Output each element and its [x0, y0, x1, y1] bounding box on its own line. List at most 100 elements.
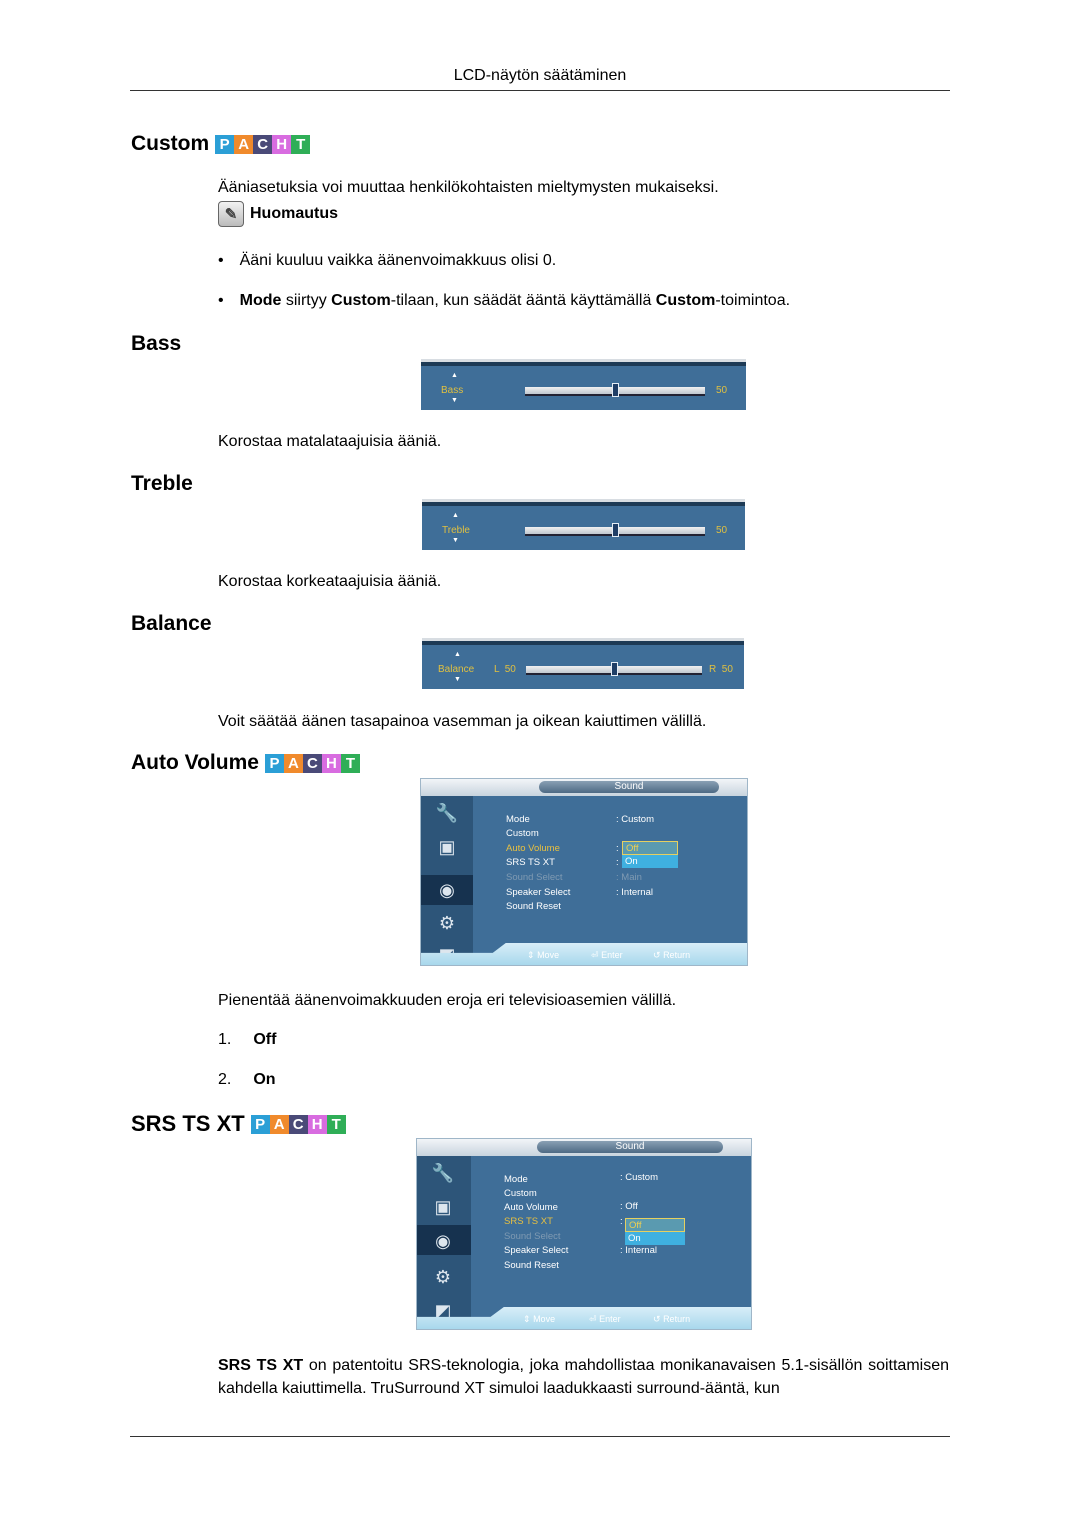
text-part: -toimintoa. — [715, 292, 791, 309]
auto-volume-option-1: 1. Off — [218, 1031, 276, 1049]
pacht-letter-p: P — [264, 753, 284, 773]
custom-intro: Ääniasetuksia voi muuttaa henkilökohtais… — [218, 179, 719, 196]
menu-item-speaker-select[interactable]: Speaker Select — [504, 1245, 568, 1256]
bullet-text: Ääni kuuluu vaikka äänenvoimakkuus olisi… — [239, 252, 557, 269]
menu-item-sound-reset[interactable]: Sound Reset — [506, 901, 561, 912]
note-heading: ✎ Huomautus — [218, 201, 338, 227]
dropdown-option-on[interactable]: On — [622, 855, 678, 868]
menu-item-custom[interactable]: Custom — [506, 828, 539, 839]
return-icon: ↺ — [653, 950, 661, 960]
menu-item-custom[interactable]: Custom — [504, 1188, 537, 1199]
move-icon: ⇕ — [523, 1314, 531, 1324]
balance-slider-thumb[interactable] — [611, 662, 618, 676]
picture-tools-icon[interactable]: 🔧 — [429, 800, 465, 826]
menu-item-speaker-select[interactable]: Speaker Select — [506, 887, 570, 898]
pacht-letter-a: A — [283, 753, 303, 773]
menu-value-mode: : Custom — [616, 814, 655, 825]
enter-icon: ⏎ — [589, 1314, 597, 1324]
pacht-letter-c: C — [253, 134, 273, 154]
down-arrow-icon: ▼ — [454, 676, 461, 683]
footer-return: ↺ Return — [653, 1314, 690, 1325]
heading-text: Custom — [131, 132, 210, 155]
list-label: On — [253, 1071, 276, 1088]
list-number: 1. — [218, 1031, 232, 1048]
srs-description: SRS TS XT on patentoitu SRS-teknologia, … — [218, 1354, 949, 1400]
srs-bold-term: SRS TS XT — [218, 1357, 304, 1374]
menu-item-sound-select: Sound Select — [504, 1231, 561, 1242]
screen-icon[interactable]: ▣ — [429, 834, 465, 860]
text-part: -tilaan, kun säädät ääntä käyttämällä — [390, 292, 656, 309]
page-header-title: LCD-näytön säätäminen — [453, 67, 627, 84]
treble-osd-panel: ▲ Treble ▼ 50 — [422, 502, 745, 550]
menu-item-mode[interactable]: Mode — [506, 814, 530, 825]
settings-gear-icon[interactable]: ⚙ — [429, 910, 465, 936]
menu-item-mode[interactable]: Mode — [504, 1174, 528, 1185]
bullet-text: Mode siirtyy Custom-tilaan, kun säädät ä… — [240, 292, 790, 310]
menu-item-srs-ts-xt[interactable]: SRS TS XT — [506, 857, 555, 868]
balance-right-value: R 50 — [709, 664, 733, 675]
up-arrow-icon: ▲ — [454, 651, 461, 658]
section-heading-balance: Balance — [131, 612, 212, 636]
enter-icon: ⏎ — [591, 950, 599, 960]
treble-slider-track[interactable] — [525, 523, 705, 537]
down-arrow-icon: ▼ — [451, 397, 458, 404]
footer-return: ↺ Return — [653, 950, 690, 961]
bass-osd-label: Bass — [441, 385, 464, 396]
up-arrow-icon: ▲ — [451, 372, 458, 379]
menu-value-speaker-select: : Internal — [616, 887, 653, 898]
bass-description: Korostaa matalataajuisia ääniä. — [218, 433, 442, 450]
balance-osd-label: Balance — [438, 664, 475, 675]
note-label: Huomautus — [250, 205, 338, 222]
menu-item-sound-reset[interactable]: Sound Reset — [504, 1260, 559, 1271]
footer-move: ⇕ Move — [527, 950, 559, 961]
footer-return-label: Return — [663, 1314, 691, 1324]
pacht-letter-h: H — [321, 753, 341, 773]
settings-gear-icon[interactable]: ⚙ — [425, 1264, 461, 1290]
list-number: 2. — [218, 1071, 232, 1088]
footer-enter: ⏎ Enter — [591, 950, 623, 961]
bold-mode: Mode — [239, 292, 282, 309]
menu-item-srs-ts-xt[interactable]: SRS TS XT — [504, 1216, 553, 1227]
menu-value-sound-select: : Main — [616, 872, 642, 883]
speaker-icon[interactable]: ◉ — [429, 877, 465, 903]
section-heading-srs-ts-xt: SRS TS XT P A C H T — [131, 1111, 346, 1137]
auto-volume-description: Pienentää äänenvoimakkuuden eroja eri te… — [218, 992, 677, 1009]
heading-text: SRS TS XT — [131, 1111, 245, 1136]
menu-item-auto-volume[interactable]: Auto Volume — [504, 1202, 558, 1213]
up-arrow-icon: ▲ — [452, 512, 459, 519]
dropdown-option-off[interactable]: Off — [625, 1218, 685, 1232]
menu-item-auto-volume[interactable]: Auto Volume — [506, 843, 560, 854]
pacht-badge: P A C H T — [264, 753, 360, 773]
balance-left-value: L 50 — [494, 664, 516, 675]
menu-value-srs-ts-xt: : — [620, 1216, 623, 1227]
auto-volume-option-2: 2. On — [218, 1071, 276, 1089]
treble-osd-label: Treble — [442, 525, 470, 536]
footer-move-label: Move — [533, 1314, 556, 1324]
screen-icon[interactable]: ▣ — [425, 1194, 461, 1220]
pacht-letter-c: C — [302, 753, 322, 773]
dropdown-option-off[interactable]: Off — [622, 841, 678, 855]
menu-value-auto-volume: : — [616, 843, 619, 854]
picture-tools-icon[interactable]: 🔧 — [425, 1160, 461, 1186]
balance-slider-track[interactable] — [526, 662, 702, 676]
srs-description-text: on patentoitu SRS-teknologia, joka mahdo… — [218, 1357, 949, 1397]
bullet-dot: • — [218, 252, 224, 269]
menu-item-sound-select: Sound Select — [506, 872, 563, 883]
menu-value-mode: : Custom — [620, 1172, 659, 1183]
speaker-icon[interactable]: ◉ — [425, 1228, 461, 1254]
pacht-badge: P A C H T — [250, 1114, 346, 1134]
bass-slider-thumb[interactable] — [612, 383, 619, 397]
note-bullet-1: • Ääni kuuluu vaikka äänenvoimakkuus oli… — [218, 252, 556, 270]
footer-rule — [130, 1436, 950, 1437]
osd-menu-title: Sound — [537, 1141, 723, 1153]
bullet-dot: • — [218, 292, 224, 309]
footer-enter-label: Enter — [599, 1314, 621, 1324]
dropdown-option-on[interactable]: On — [625, 1232, 685, 1245]
footer-move-label: Move — [537, 950, 560, 960]
pacht-letter-h: H — [307, 1114, 327, 1134]
bass-slider-track[interactable] — [525, 383, 705, 397]
heading-text: Balance — [131, 612, 212, 635]
heading-text: Auto Volume — [131, 751, 259, 774]
treble-slider-thumb[interactable] — [612, 523, 619, 537]
treble-description: Korostaa korkeataajuisia ääniä. — [218, 573, 442, 590]
